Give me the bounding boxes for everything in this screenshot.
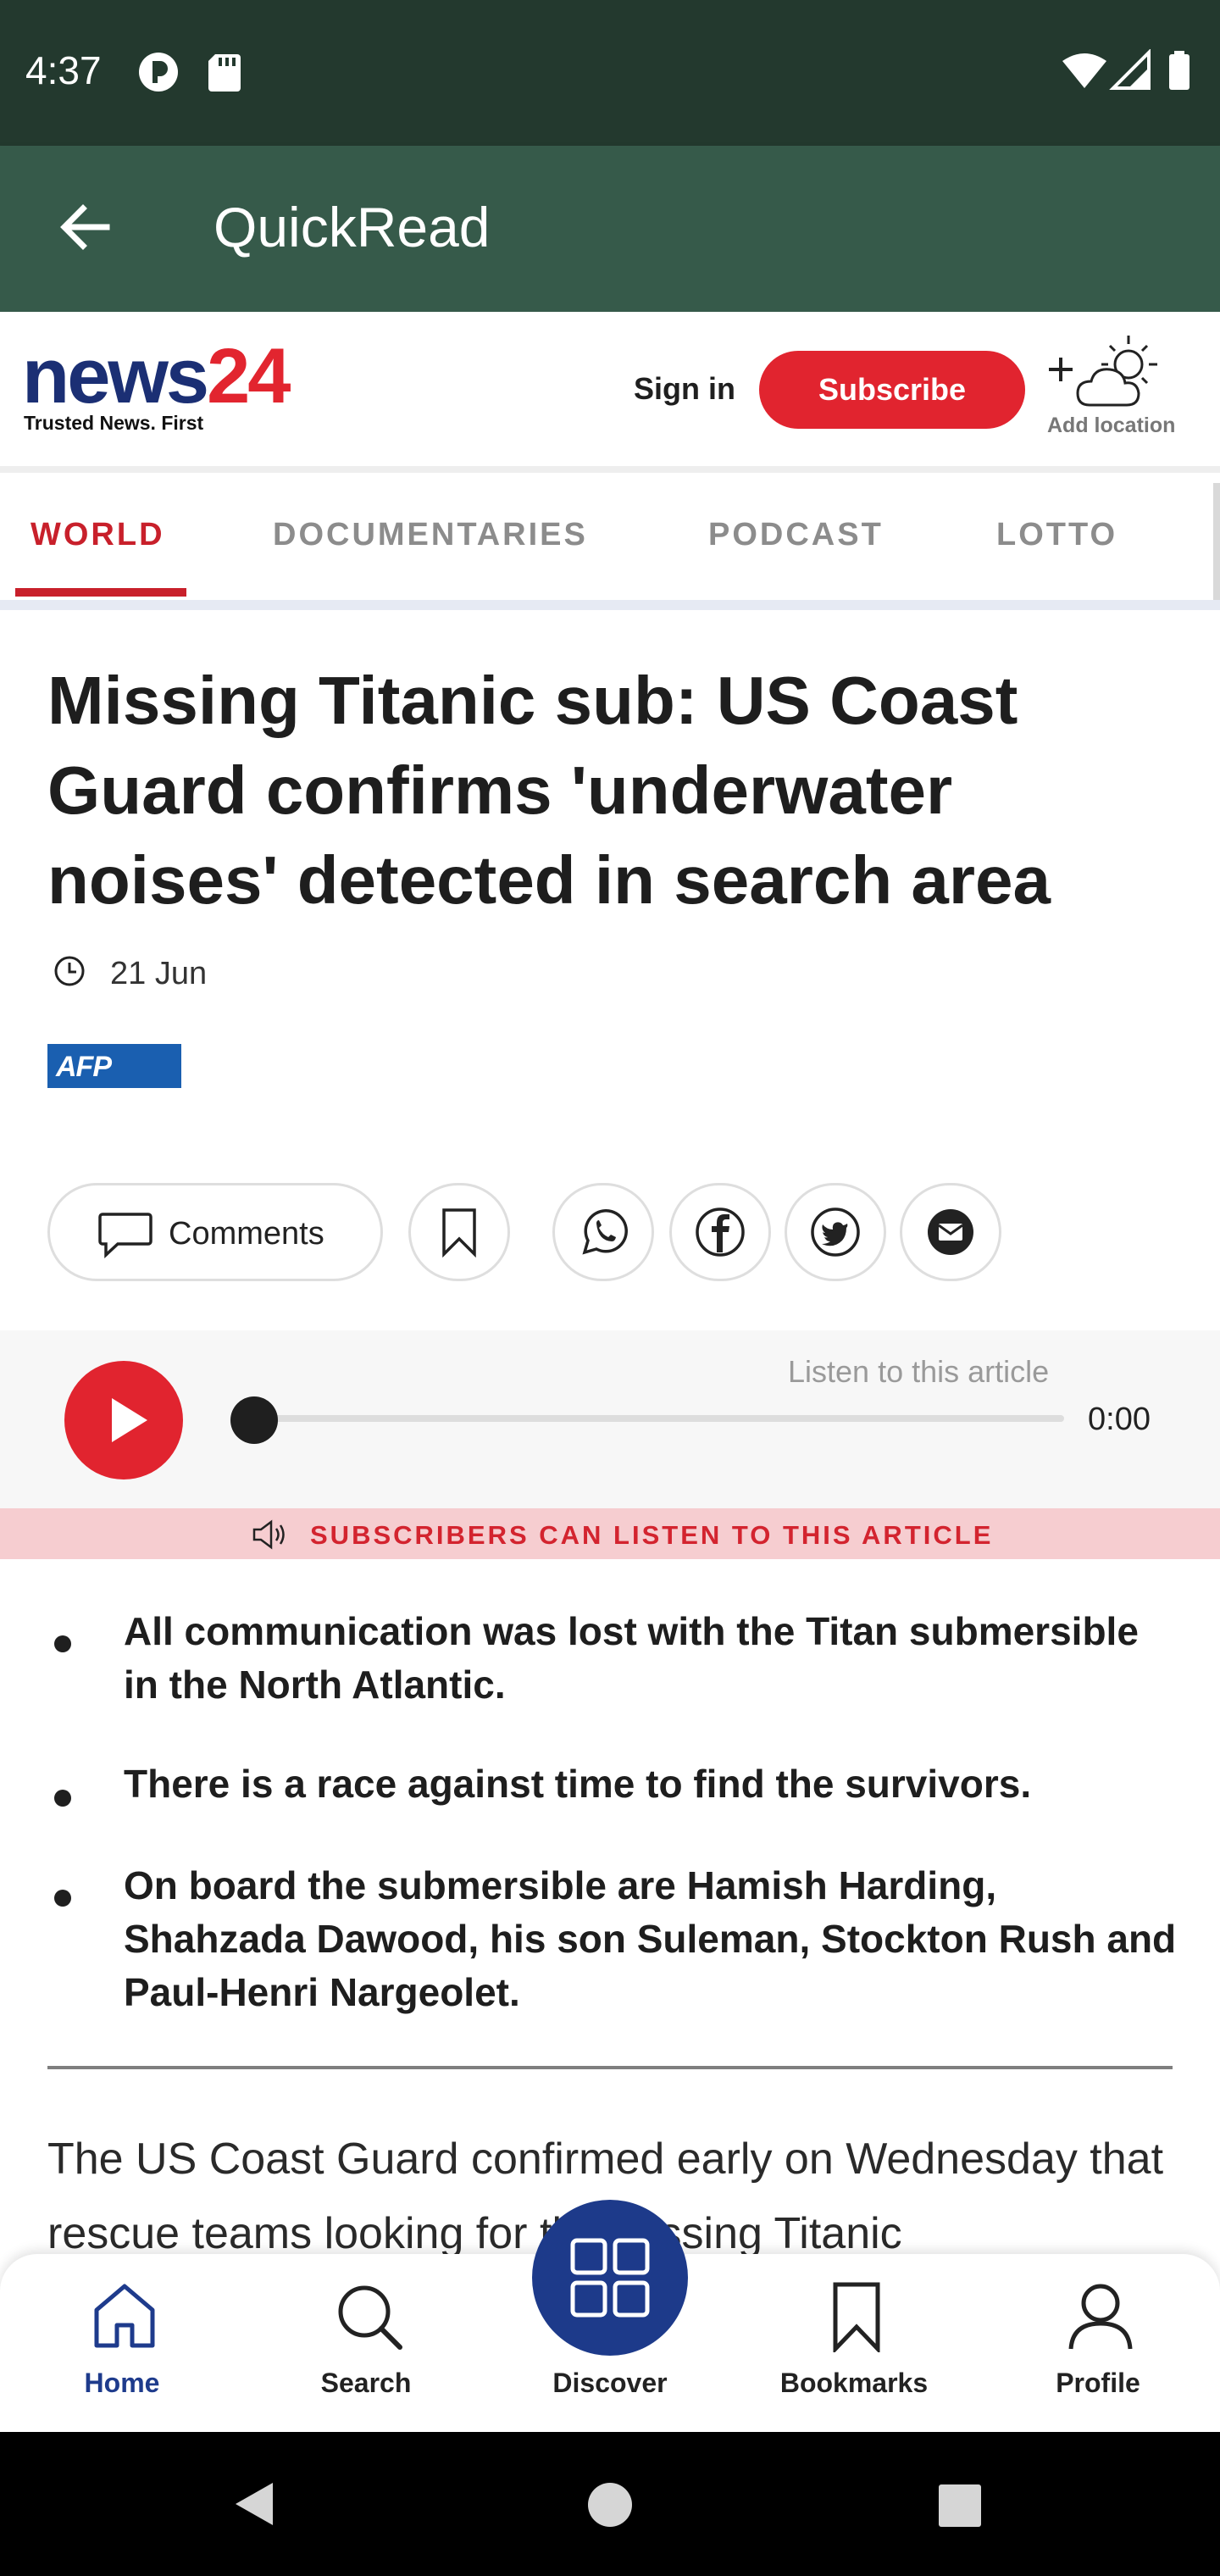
nav-bookmarks-label: Bookmarks	[779, 2368, 929, 2398]
subscribe-button[interactable]: Subscribe	[759, 351, 1025, 429]
sign-in-link[interactable]: Sign in	[634, 371, 735, 407]
active-tab-indicator	[15, 588, 186, 597]
status-time: 4:37	[25, 48, 102, 92]
person-icon	[1068, 2284, 1133, 2350]
nav-discover-label: Discover	[552, 2368, 668, 2398]
comments-label: Comments	[169, 1216, 324, 1252]
bookmark-article-button[interactable]	[408, 1183, 510, 1281]
comments-button[interactable]: Comments	[47, 1183, 383, 1281]
discover-button[interactable]	[532, 2200, 688, 2356]
back-arrow-icon[interactable]	[54, 197, 115, 258]
summary-bullet: There is a race against time to find the…	[124, 1762, 1032, 1806]
nav-search[interactable]: Search	[264, 2254, 468, 2432]
nav-home-label: Home	[84, 2368, 160, 2398]
audio-player: Listen to this article 0:00	[0, 1330, 1220, 1508]
tab-lotto[interactable]: LOTTO	[996, 517, 1117, 553]
nav-bookmarks[interactable]: Bookmarks	[752, 2254, 956, 2432]
section-divider	[47, 2066, 1173, 2069]
summary-bullet: On board the submersible are Hamish Hard…	[124, 1863, 1177, 2014]
tabs-scroll-indicator	[1213, 483, 1220, 600]
listen-label: Listen to this article	[788, 1354, 1050, 1389]
nav-home[interactable]: Home	[20, 2254, 224, 2432]
facebook-icon	[696, 1208, 745, 1257]
subscribers-banner: SUBSCRIBERS CAN LISTEN TO THIS ARTICLE	[0, 1508, 1220, 1559]
comment-icon	[98, 1213, 152, 1258]
system-home-icon[interactable]	[586, 2481, 634, 2529]
status-bar: 4:37	[0, 0, 1220, 146]
summary-bullet: All communication was lost with the Tita…	[124, 1609, 1139, 1707]
share-whatsapp-button[interactable]	[552, 1183, 654, 1281]
play-icon	[112, 1398, 147, 1442]
speaker-icon	[252, 1519, 285, 1550]
tabs-bottom-border	[0, 600, 1220, 610]
grid-icon	[570, 2238, 650, 2318]
section-tabs: WORLD DOCUMENTARIES PODCAST LOTTO	[0, 473, 1220, 600]
home-icon	[94, 2284, 155, 2348]
sd-card-icon	[208, 54, 241, 92]
audio-progress-thumb[interactable]	[230, 1396, 278, 1444]
audio-time: 0:00	[1088, 1402, 1151, 1437]
afp-logo: AFP	[47, 1044, 181, 1088]
bullet-dot	[54, 1890, 71, 1907]
logo-tagline: Trusted News. First	[24, 412, 204, 434]
bullet-dot	[54, 1790, 71, 1807]
email-icon	[928, 1209, 973, 1255]
clock-icon	[54, 956, 85, 986]
system-back-icon[interactable]	[229, 2478, 281, 2530]
add-location-label[interactable]: Add location	[1047, 414, 1175, 438]
news24-logo[interactable]: news24	[22, 337, 291, 415]
share-twitter-button[interactable]	[785, 1183, 886, 1281]
bookmark-icon	[442, 1208, 476, 1257]
twitter-icon	[811, 1208, 860, 1257]
header-divider	[0, 466, 1220, 473]
weather-add-icon[interactable]	[1044, 330, 1171, 415]
app-notification-icon	[139, 53, 178, 92]
play-button[interactable]	[64, 1361, 183, 1480]
share-email-button[interactable]	[900, 1183, 1001, 1281]
article-date: 21 Jun	[110, 956, 208, 991]
bullet-dot	[54, 1635, 71, 1652]
nav-profile[interactable]: Profile	[996, 2254, 1200, 2432]
app-title: QuickRead	[214, 196, 491, 258]
share-facebook-button[interactable]	[669, 1183, 771, 1281]
status-indicators-icon	[1062, 49, 1190, 90]
nav-search-label: Search	[320, 2368, 412, 2398]
bookmark-icon	[833, 2282, 880, 2352]
tab-world[interactable]: WORLD	[30, 517, 165, 553]
system-navigation-bar	[0, 2432, 1220, 2576]
search-icon	[338, 2285, 402, 2350]
subscribers-notice: SUBSCRIBERS CAN LISTEN TO THIS ARTICLE	[310, 1520, 994, 1550]
audio-progress-track[interactable]	[254, 1415, 1064, 1422]
system-recents-icon[interactable]	[937, 2483, 983, 2529]
whatsapp-icon	[582, 1209, 628, 1255]
article-headline: Missing Titanic sub: US Coast Guard conf…	[47, 663, 1051, 918]
tab-podcast[interactable]: PODCAST	[708, 517, 884, 553]
site-header: news24 Trusted News. First Sign in Subsc…	[0, 312, 1220, 466]
tab-documentaries[interactable]: DOCUMENTARIES	[273, 517, 588, 553]
nav-profile-label: Profile	[1056, 2368, 1140, 2398]
app-bar: QuickRead	[0, 146, 1220, 312]
